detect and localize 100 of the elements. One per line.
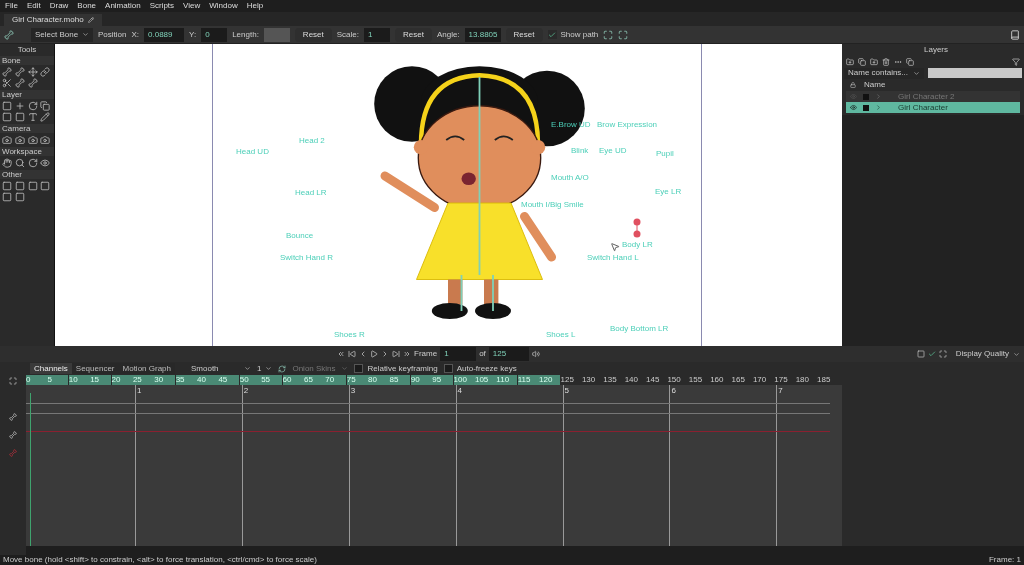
tool-icon (14, 158, 25, 168)
filter-dropdown[interactable]: Name contains... (844, 67, 924, 79)
tool-icon (27, 101, 38, 111)
refresh-icon (278, 364, 287, 373)
bone-label: Brow Expression (597, 119, 658, 131)
filter-icon (1012, 57, 1020, 66)
ruler-label: 35 (175, 375, 197, 385)
search-field[interactable] (928, 68, 1022, 78)
field-label: Angle: (436, 28, 460, 41)
caret-icon (82, 31, 89, 38)
ruler-label: 145 (646, 375, 661, 385)
ruler-label: 150 (667, 375, 682, 385)
tool-icon (40, 67, 51, 77)
angle-input[interactable]: 13.8805 (464, 27, 501, 42)
layer-name: Girl Character (898, 101, 948, 114)
tool-icon (40, 181, 51, 191)
menu-item[interactable]: Draw (49, 0, 69, 12)
playback-icon (348, 350, 356, 358)
tool-icon (14, 135, 25, 145)
section-label: Layer (0, 90, 54, 99)
eye-icon (850, 104, 857, 111)
scale-input[interactable]: 1 (364, 27, 390, 42)
layer-tool-icon (858, 57, 866, 66)
x-input[interactable]: 0.0889 (144, 27, 185, 42)
auto-freeze-checkbox[interactable] (443, 364, 453, 373)
tool-icon (2, 67, 12, 77)
playback-icon (403, 350, 411, 358)
field-label: X: (131, 28, 140, 41)
section-label: Bone (0, 56, 54, 65)
tool-icon (27, 112, 38, 122)
bone-label: Switch Hand L (587, 252, 639, 264)
tool-dropdown[interactable]: Select Bone (31, 27, 93, 42)
caret-icon (341, 365, 349, 372)
section-label: Workspace (0, 147, 54, 156)
eye-icon (850, 93, 857, 100)
quality-dropdown[interactable]: Display Quality (955, 348, 1020, 360)
status-hint: Move bone (hold <shift> to constrain, <alt> to force translation, <ctrl/cmd> to force scale) (3, 554, 317, 565)
ruler-label: 180 (795, 375, 811, 385)
ruler-label: 50 (239, 375, 261, 385)
bone-label: Head LR (295, 187, 327, 199)
field-label: Length: (232, 28, 259, 41)
layer-tool-icon (846, 57, 854, 66)
ruler-label: 175 (774, 375, 789, 385)
timeline-tab[interactable]: Channels (30, 363, 72, 374)
bone-handle-icon (633, 218, 641, 238)
speaker-icon (531, 350, 540, 358)
menu-item[interactable]: File (5, 0, 18, 12)
relative-keyframing-checkbox[interactable] (354, 364, 364, 373)
menu-item[interactable]: Window (209, 0, 238, 12)
ruler-label: 160 (710, 375, 725, 385)
frame-icon (618, 29, 629, 40)
bone-label: Shoes L (546, 329, 576, 341)
menu-item[interactable]: Edit (26, 0, 41, 12)
interpolation-dropdown[interactable]: Smooth (191, 362, 251, 375)
timeline-track-area[interactable]: 1 2 3 4 5 6 7 (26, 385, 842, 546)
show-path-checkbox[interactable] (547, 30, 557, 39)
book-icon (1010, 29, 1020, 40)
tool-icon (27, 67, 38, 77)
bone-icon (9, 431, 17, 439)
timeline-tab[interactable]: Motion Graph (118, 363, 175, 374)
y-input[interactable]: 0 (201, 27, 228, 42)
tool-icon (40, 112, 51, 122)
section-label: Other (0, 170, 54, 179)
bone-label: Bounce (286, 230, 314, 242)
ruler-label: 60 (282, 375, 304, 385)
layer-row[interactable]: Girl Character (846, 102, 1020, 113)
frame-input[interactable]: 1 (440, 347, 477, 361)
frame-count[interactable]: 125 (488, 347, 529, 361)
ruler-label: 0 (26, 375, 47, 385)
bone-label: Switch Hand R (280, 252, 333, 264)
menu-item[interactable]: View (183, 0, 201, 12)
panel-title: Layers (923, 44, 949, 56)
column-header: Name (864, 79, 886, 91)
bone-label: Body Bottom LR (610, 323, 669, 335)
step-dropdown[interactable]: 1 (257, 362, 273, 375)
reset-button[interactable]: Reset (505, 27, 543, 42)
ruler-label: 15 (90, 375, 112, 385)
menu-item[interactable]: Help (246, 0, 264, 12)
tool-icon (14, 181, 25, 191)
panel-title: Tools (16, 44, 38, 56)
reset-button[interactable]: Reset (294, 27, 332, 42)
menu-item[interactable]: Bone (77, 0, 97, 12)
reset-button[interactable]: Reset (395, 27, 432, 42)
tool-icon (27, 181, 38, 191)
tool-icon (2, 78, 12, 88)
lock-icon (850, 82, 856, 88)
menu-item[interactable]: Scripts (149, 0, 175, 12)
ruler-label: 85 (389, 375, 411, 385)
caret-icon (265, 365, 273, 372)
ruler-label: 105 (474, 375, 496, 385)
timeline-tab[interactable]: Sequencer (71, 363, 119, 374)
bone-label: Pupil (656, 148, 674, 160)
document-tab[interactable]: Girl Character.moho (4, 14, 102, 26)
ruler-label: 135 (603, 375, 618, 385)
ruler-label: 30 (154, 375, 176, 385)
caret-icon (1013, 350, 1020, 358)
ruler-label: 130 (581, 375, 597, 385)
bone-label: Blink (571, 145, 589, 157)
menu-item[interactable]: Animation (105, 0, 141, 12)
checkbox-label: Relative keyframing (367, 362, 438, 375)
